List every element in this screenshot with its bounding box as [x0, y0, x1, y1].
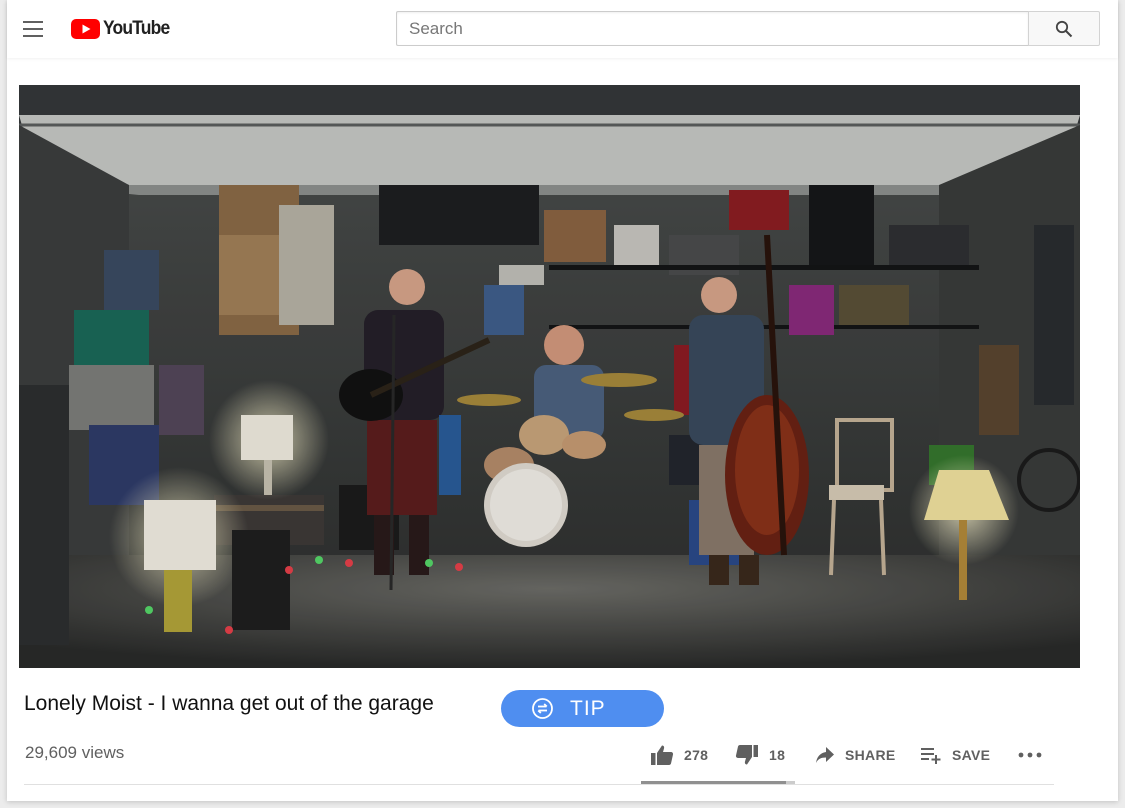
save-button[interactable]: SAVE: [920, 742, 990, 768]
thumbs-up-icon: [651, 745, 674, 765]
share-label: SHARE: [845, 747, 896, 763]
logo-text: YouTube: [103, 18, 170, 39]
masthead: YouTube: [7, 0, 1118, 58]
like-button[interactable]: 278: [650, 742, 708, 768]
menu-icon[interactable]: [21, 18, 45, 40]
thumbs-down-icon: [735, 745, 758, 765]
search-bar: [396, 11, 1100, 46]
more-icon: [1018, 752, 1042, 758]
tip-label: TIP: [570, 697, 606, 720]
share-button[interactable]: SHARE: [815, 742, 896, 768]
share-icon: [816, 747, 834, 763]
save-label: SAVE: [952, 747, 991, 763]
dislike-button[interactable]: 18: [735, 742, 785, 768]
playlist-add-icon: [921, 748, 941, 764]
youtube-logo[interactable]: YouTube: [71, 17, 175, 41]
view-count: 29,609 views: [25, 743, 125, 762]
more-actions-button[interactable]: [1018, 742, 1042, 768]
dislike-count: 18: [769, 747, 786, 763]
video-title: Lonely Moist - I wanna get out of the ga…: [24, 692, 434, 715]
search-button[interactable]: [1028, 11, 1100, 46]
video-frame: [19, 85, 1080, 668]
youtube-window: YouTube Search Lonely Moist - I wanna ge…: [7, 0, 1118, 801]
tip-button[interactable]: TIP: [501, 690, 664, 727]
search-input[interactable]: [396, 11, 1028, 46]
divider: [24, 784, 1054, 785]
like-count: 278: [684, 747, 709, 763]
youtube-logo-icon: [71, 19, 100, 39]
tip-icon: [532, 698, 553, 719]
search-icon: [1055, 20, 1073, 37]
video-player[interactable]: [19, 85, 1080, 668]
